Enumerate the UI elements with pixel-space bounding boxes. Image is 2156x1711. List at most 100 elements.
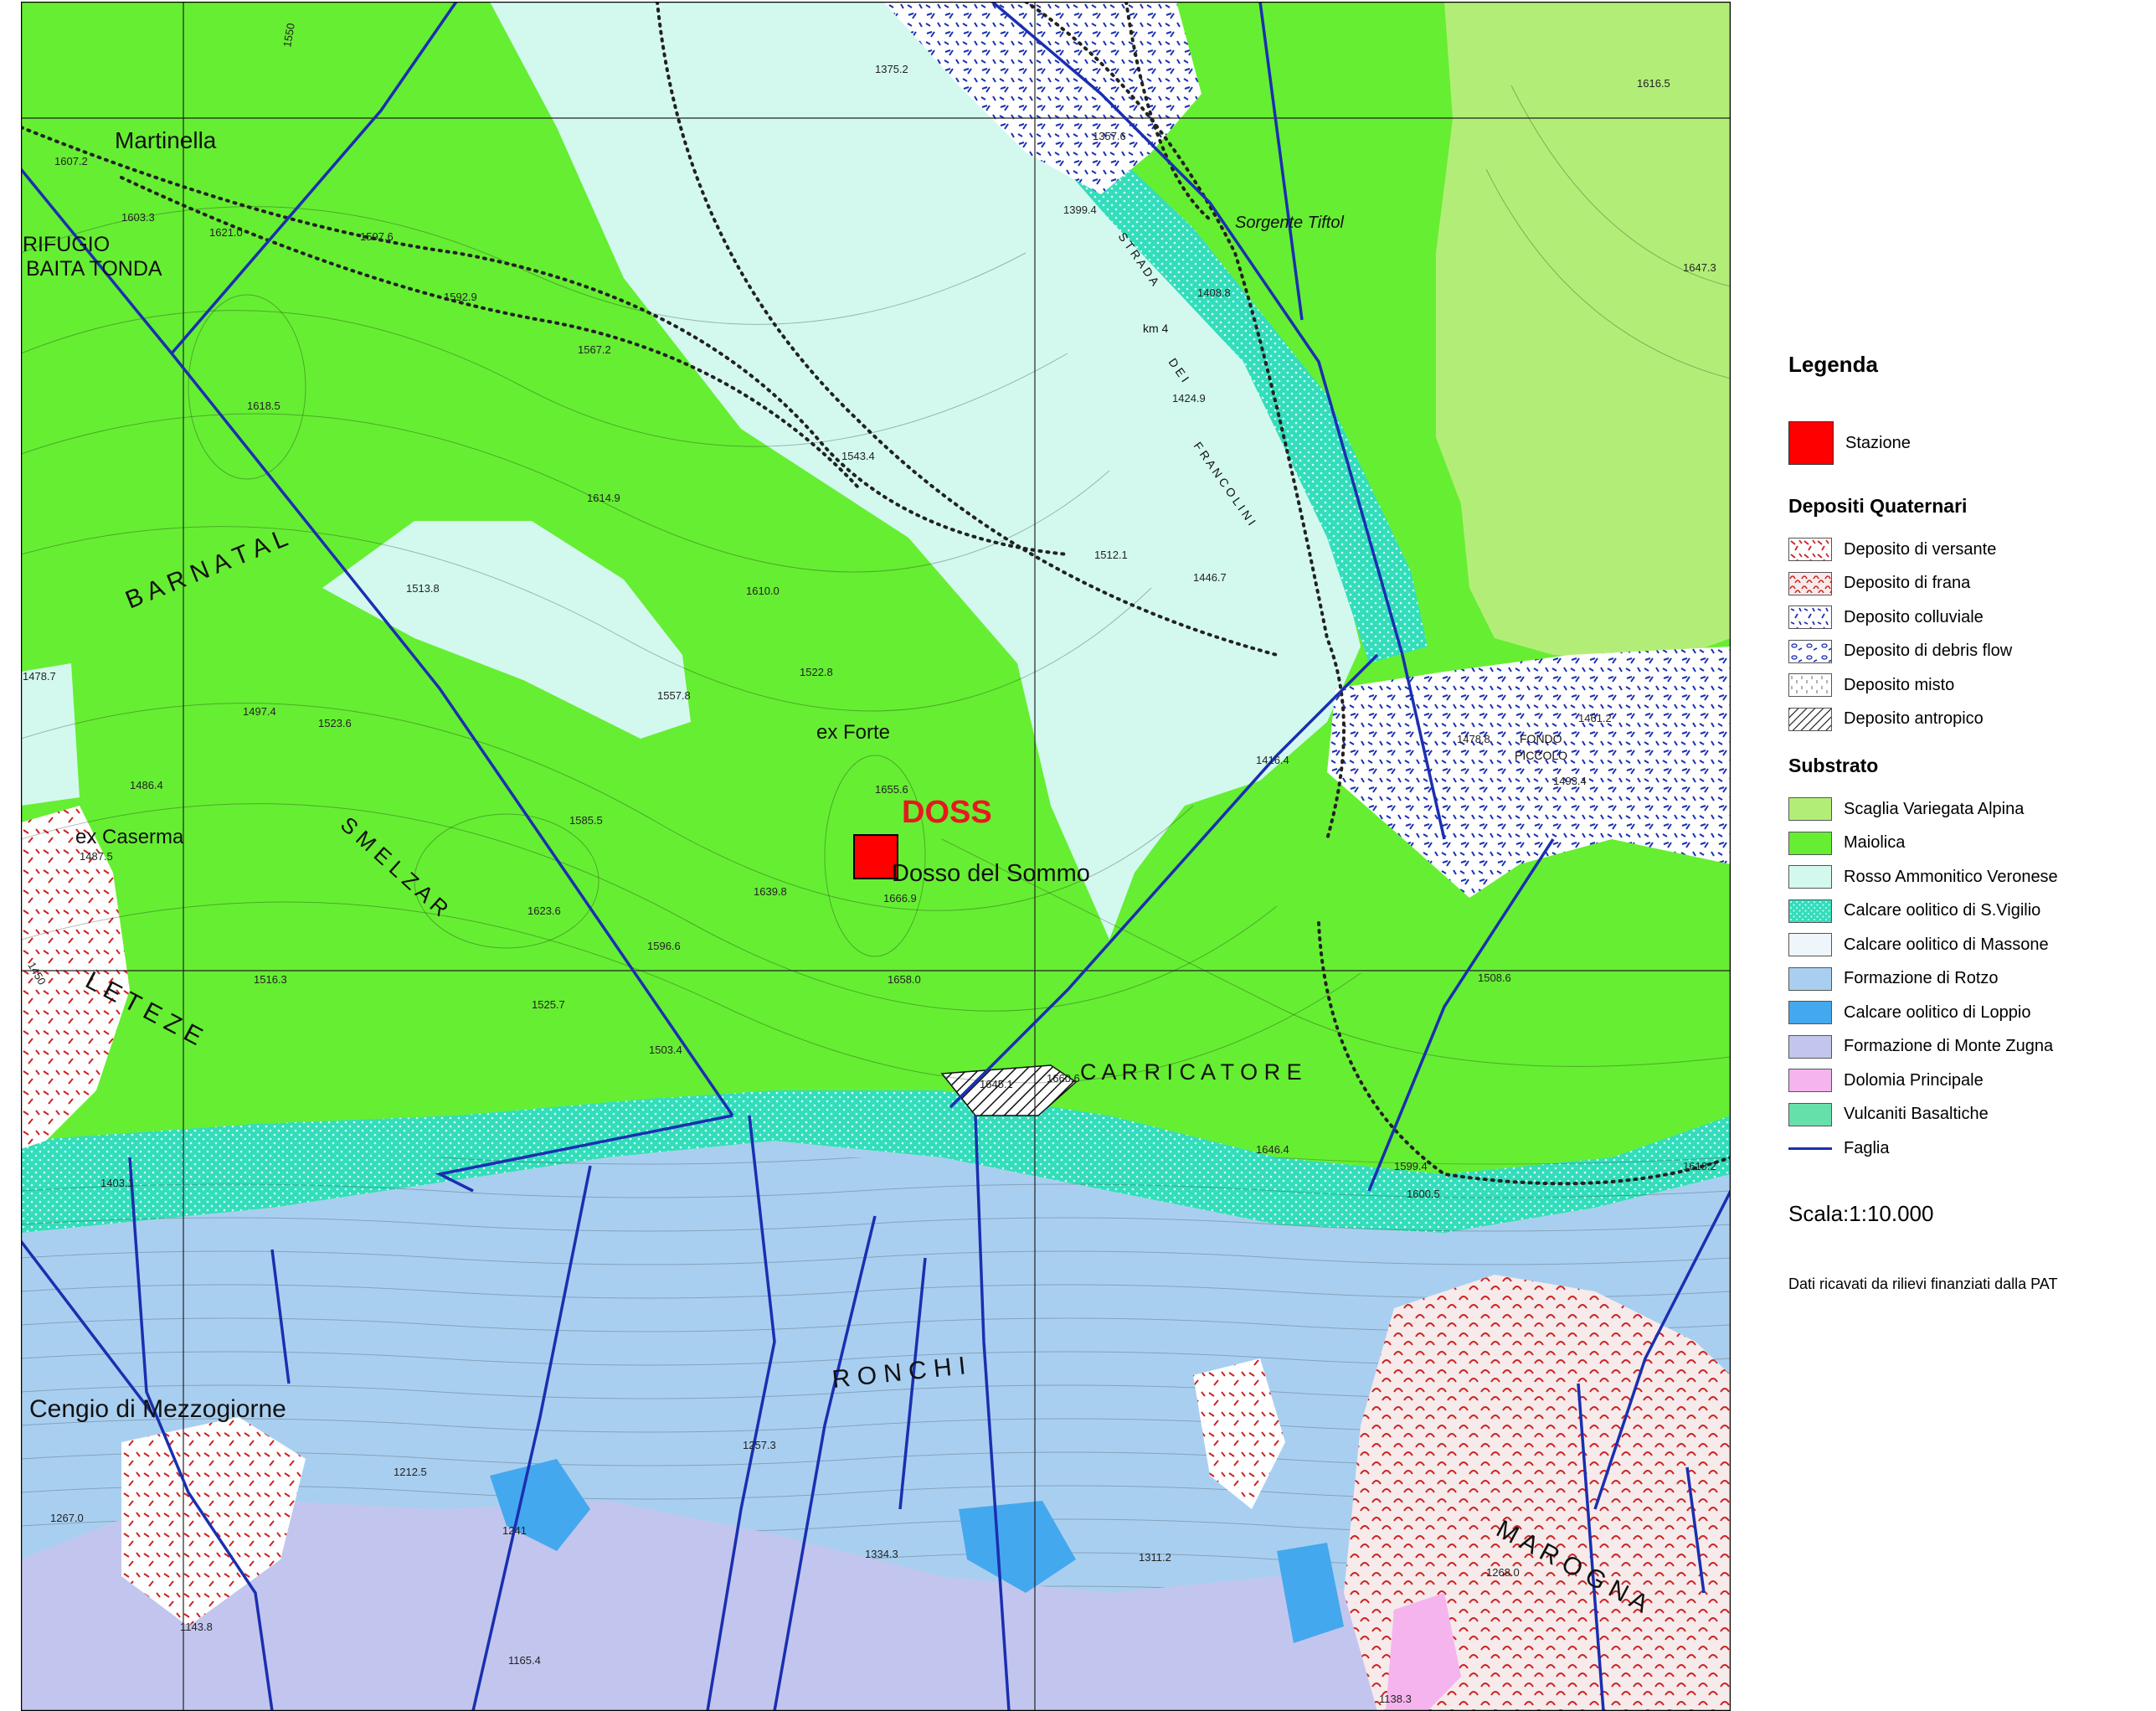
substrate-swatch (1788, 1034, 1832, 1059)
elev-label: 1660.6 (1047, 1072, 1080, 1085)
elev-label: 1645.1 (980, 1078, 1013, 1090)
legend-item-substrate: Formazione di Monte Zugna (1783, 1030, 2143, 1064)
legend-item-substrate: Calcare oolitico di Loppio (1783, 996, 2143, 1030)
label-ex-forte: ex Forte (816, 721, 890, 744)
substrate-swatch (1788, 797, 1832, 822)
label-piccolo: PICCOLO (1515, 749, 1567, 762)
elev-label: 1493.4 (1553, 775, 1587, 787)
elev-label: 1143.8 (180, 1621, 213, 1633)
elev-label: 1212.5 (394, 1466, 427, 1478)
elev-label: 1543.4 (841, 450, 875, 462)
legend-station: Stazione (1783, 410, 2143, 477)
elev-label: 1597.6 (360, 230, 394, 243)
elev-label: 1618.5 (247, 399, 280, 412)
label-carricatore: C A R R I C A T O R E (1080, 1059, 1302, 1085)
elev-label: 1557.8 (657, 689, 691, 702)
elev-label: 1424.9 (1172, 392, 1206, 405)
substrate-swatch (1788, 1069, 1832, 1093)
elev-label: 1375.2 (875, 63, 908, 75)
elev-label: 1408.8 (1197, 286, 1231, 299)
legend-item-quaternary: Deposito di versante (1783, 533, 2143, 567)
data-source-note: Dati ricavati da rilievi finanziati dall… (1788, 1275, 2058, 1292)
map-scale: Scala:1:10.000 (1788, 1200, 1934, 1226)
quaternary-swatch (1788, 538, 1832, 562)
legend-item-label: Calcare oolitico di Loppio (1844, 1002, 2031, 1022)
elev-label: 1592.9 (444, 291, 477, 303)
label-fondo: FONDO (1520, 732, 1562, 745)
elev-label: 1525.7 (532, 998, 565, 1011)
quaternary-swatch (1788, 673, 1832, 698)
legend-item-substrate: Scaglia Variegata Alpina (1783, 792, 2143, 827)
elev-label: 1399.4 (1063, 204, 1097, 216)
legend-item-label: Deposito di frana (1844, 574, 1971, 593)
elev-label: 1508.6 (1478, 971, 1511, 984)
legend-item-label: Deposito di debris flow (1844, 642, 2013, 661)
legend-item-label: Maiolica (1844, 833, 1906, 853)
legend-item-quaternary: Deposito misto (1783, 668, 2143, 703)
elev-label: 1623.6 (527, 904, 561, 917)
legend-item-substrate: Calcare oolitico di Massone (1783, 928, 2143, 962)
legend-item-substrate: Formazione di Rotzo (1783, 962, 2143, 997)
label-ex-caserma: ex Caserma (75, 826, 184, 848)
elev-label: 1522.8 (800, 666, 833, 678)
elev-label: 1478.7 (23, 670, 56, 683)
elev-label: 1610.0 (746, 585, 780, 597)
elev-label: 1621.0 (209, 226, 243, 239)
elev-label: 1658.0 (888, 973, 921, 986)
elev-label: 1639.8 (754, 885, 787, 898)
elev-label: 1655.6 (875, 783, 908, 796)
legend-item-substrate: Vulcaniti Basaltiche (1783, 1098, 2143, 1132)
legend-title: Legenda (1788, 352, 1878, 377)
substrate-swatch (1788, 933, 1832, 957)
elev-label: 1416.4 (1256, 754, 1289, 766)
label-sorgente: Sorgente Tiftol (1235, 214, 1344, 232)
elev-label: 1267.0 (50, 1512, 84, 1524)
unit-rosso-west (21, 663, 80, 806)
elev-label: 1666.9 (883, 892, 917, 904)
quaternary-swatch (1788, 606, 1832, 630)
map-legend: Legenda Stazione Depositi Quaternari Dep… (1783, 352, 2143, 1293)
legend-item-label: Vulcaniti Basaltiche (1844, 1105, 1989, 1124)
elev-label: 1512.1 (1094, 549, 1128, 561)
legend-item-quaternary: Deposito di debris flow (1783, 635, 2143, 669)
geological-map[interactable]: Martinella RIFUGIO BAITA TONDA B A R N A… (21, 2, 1731, 1711)
legend-item-substrate: Calcare oolitico di S.Vigilio (1783, 894, 2143, 929)
substrate-swatch (1788, 865, 1832, 889)
legend-item-label: Scaglia Variegata Alpina (1844, 799, 2025, 818)
elev-label: 1497.4 (243, 705, 276, 718)
legend-item-label: Deposito di versante (1844, 539, 1997, 559)
elev-label: 1257.3 (743, 1439, 776, 1451)
elev-label: 1241 (502, 1524, 527, 1537)
elev-label: 1334.3 (865, 1548, 898, 1560)
legend-quaternary-header: Depositi Quaternari (1788, 495, 1968, 517)
elev-label: 1618.2 (1683, 1160, 1716, 1172)
elev-label: 1311.2 (1139, 1551, 1171, 1564)
substrate-swatch (1788, 899, 1832, 923)
substrate-swatch (1788, 831, 1832, 855)
legend-item-label: Calcare oolitico di Massone (1844, 935, 2049, 954)
elev-label: 1268.0 (1486, 1566, 1520, 1579)
legend-item-substrate: Maiolica (1783, 827, 2143, 861)
elev-label: 1503.4 (649, 1044, 682, 1056)
elev-label: 1513.8 (406, 582, 440, 595)
legend-item-label: Formazione di Monte Zugna (1844, 1037, 2054, 1056)
legend-fault: Faglia (1783, 1131, 2143, 1166)
legend-item-label: Formazione di Rotzo (1844, 969, 1999, 988)
legend-item-label: Deposito misto (1844, 675, 1955, 694)
label-rifugio: RIFUGIO (23, 233, 110, 256)
label-dosso-del-sommo: Dosso del Sommo (892, 860, 1090, 887)
substrate-swatch (1788, 1102, 1832, 1126)
elev-label: 1446.7 (1193, 571, 1227, 584)
legend-item-substrate: Rosso Ammonitico Veronese (1783, 860, 2143, 894)
legend-item-label: Dolomia Principale (1844, 1070, 1984, 1090)
elev-label: 1616.5 (1637, 77, 1670, 90)
elev-label: 1596.6 (647, 940, 681, 952)
legend-quaternary-list: Deposito di versante Deposito di frana D… (1783, 533, 2143, 736)
legend-item-substrate: Dolomia Principale (1783, 1064, 2143, 1098)
unit-scaglia (1436, 2, 1731, 663)
elev-label: 1607.2 (54, 155, 88, 167)
label-km4: km 4 (1143, 322, 1169, 335)
legend-substrate-list: Scaglia Variegata Alpina Maiolica Rosso … (1783, 792, 2143, 1131)
elev-label: 1599.4 (1394, 1160, 1428, 1172)
elev-label: 1646.4 (1256, 1143, 1289, 1156)
